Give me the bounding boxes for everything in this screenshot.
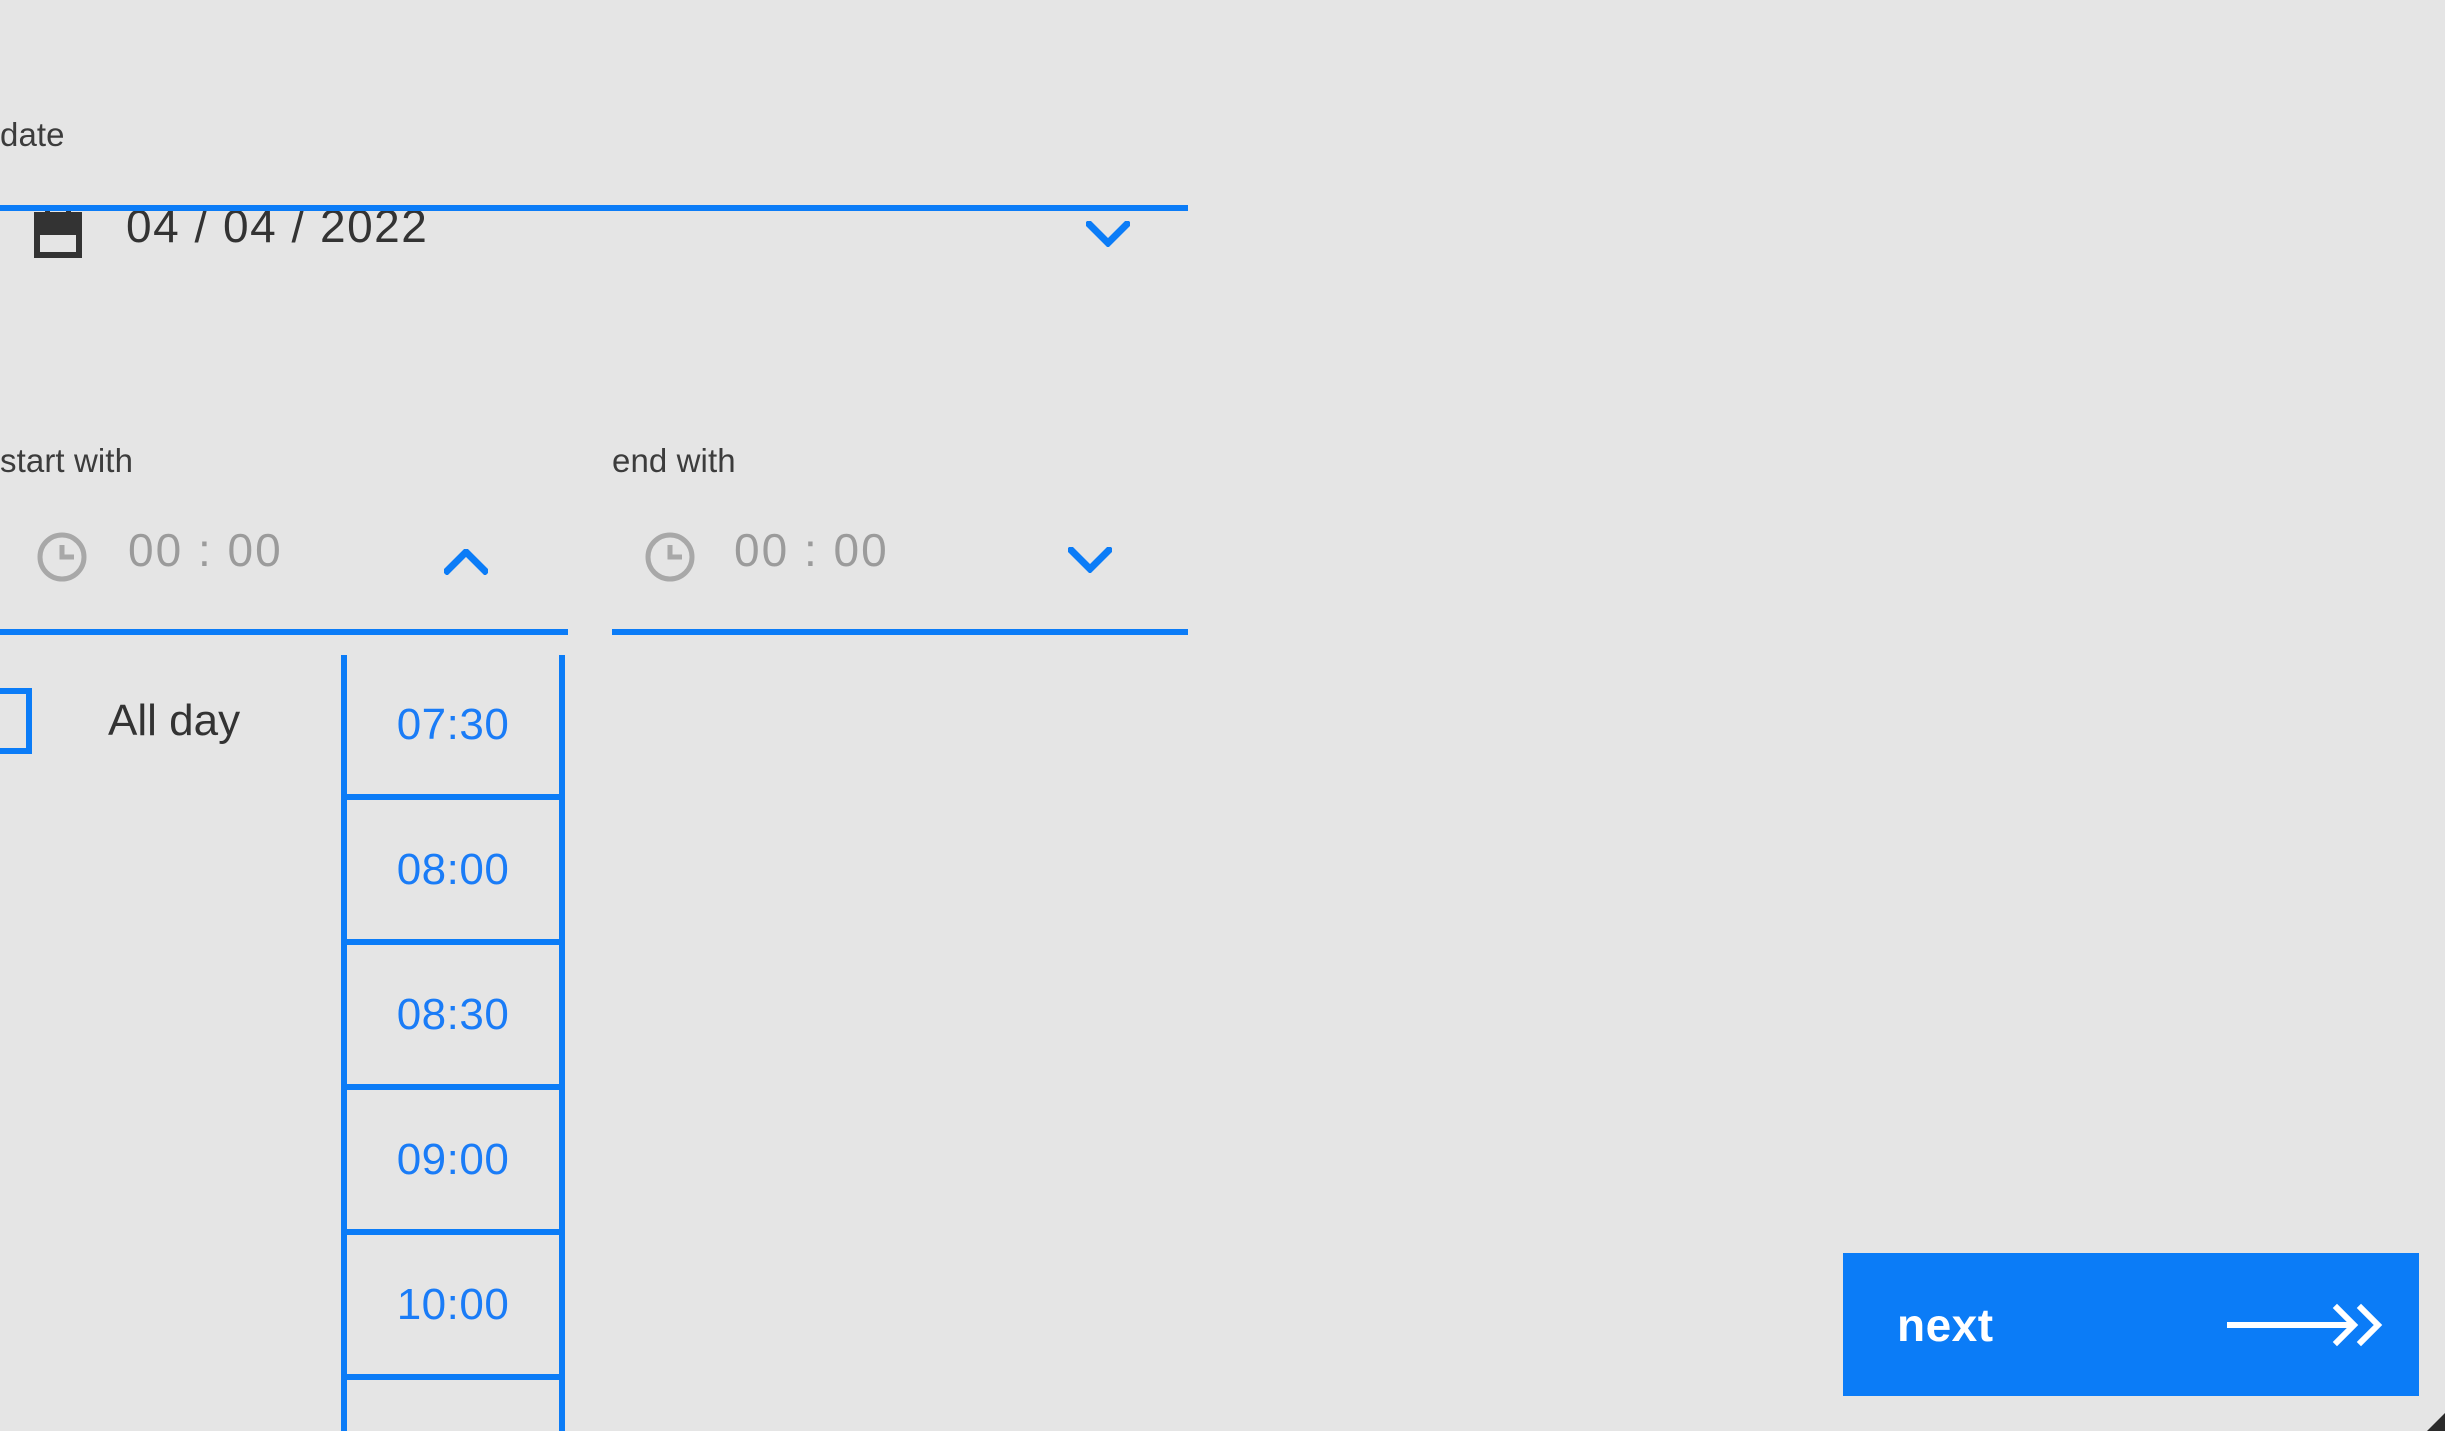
chevron-up-icon[interactable] [442,547,490,576]
all-day-checkbox-row[interactable]: All day [0,688,240,754]
end-time-input[interactable]: 00 : 00 [612,517,1188,597]
end-time-label: end with [612,442,736,479]
time-option[interactable]: 10:00 [347,1235,559,1380]
start-time-label: start with [0,442,134,479]
date-field-label: date [0,116,65,153]
time-picker-screen: date 04 / 04 / 2022 start with 00: 00 e… [0,0,2445,1431]
end-time-underline [612,629,1188,635]
time-option[interactable]: 08:30 [347,945,559,1090]
all-day-checkbox[interactable] [0,688,32,754]
end-time-value: 00 : 00 [734,524,889,576]
resize-grip-icon[interactable] [2423,1411,2445,1431]
arrow-double-chevron-right-icon [2225,1303,2385,1347]
all-day-label: All day [108,696,241,745]
start-time-field-group: start with 00 : 00 [0,444,568,597]
date-field-group: date 04 / 04 / 2022 [0,118,1188,276]
time-option[interactable]: 07:30 [347,655,559,800]
date-field-underline [0,205,1188,211]
calendar-icon [34,208,82,258]
start-time-value: 00 : 00 [128,524,283,576]
start-time-input[interactable]: 00 : 00 [0,517,568,597]
clock-icon [36,531,88,583]
next-button-label: next [1897,1298,1994,1351]
clock-icon [644,531,696,583]
chevron-down-icon[interactable] [1066,545,1114,574]
next-button[interactable]: next [1843,1253,2419,1396]
time-option[interactable] [347,1380,559,1431]
time-option[interactable]: 09:00 [347,1090,559,1235]
start-time-underline [0,629,568,635]
start-time-options-dropdown[interactable]: 07:30 08:00 08:30 09:00 10:00 [341,655,565,1431]
chevron-down-icon[interactable] [1084,219,1132,248]
end-time-field-group: end with 00 : 00 [612,444,1188,597]
time-option[interactable]: 08:00 [347,800,559,945]
